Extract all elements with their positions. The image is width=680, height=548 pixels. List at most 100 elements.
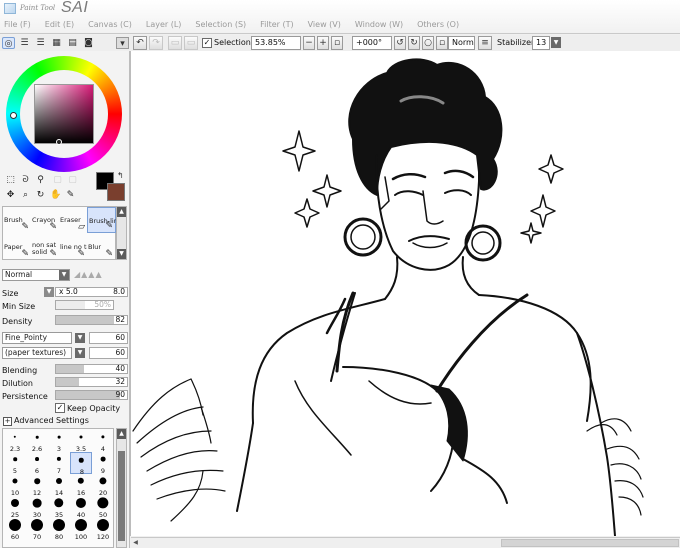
size-slider[interactable]: x 5.0 8.0 — [55, 287, 128, 297]
zoom-reset-icon[interactable]: ▫ — [331, 36, 343, 50]
swap-colors-icon[interactable]: ↰ — [117, 171, 124, 180]
brush-size-preset[interactable]: 14 — [48, 474, 70, 497]
brush-texture-dropdown-icon[interactable]: ▼ — [75, 348, 85, 358]
brush-size-preset[interactable]: 2.3 — [4, 430, 26, 453]
brush-size-preset[interactable]: 9 — [92, 452, 113, 475]
menu-layer[interactable]: Layer (L) — [146, 20, 182, 32]
scroll-thumb[interactable] — [118, 451, 125, 541]
brush-tool-line-no-te[interactable]: line no te ✎ — [59, 234, 87, 260]
blend-mode-field[interactable]: Normal — [448, 36, 475, 50]
brush-texture-value[interactable]: 60 — [89, 347, 128, 359]
scroll-up-icon[interactable]: ▲ — [117, 207, 126, 217]
brush-size-preset[interactable]: 3 — [48, 430, 70, 453]
brush-size-preset[interactable]: 10 — [4, 474, 26, 497]
brush-tool-eraser[interactable]: Eraser ▱ — [59, 207, 87, 233]
zoom-field[interactable]: 53.85% — [251, 36, 301, 50]
canvas-area[interactable] — [130, 51, 680, 536]
brush-size-preset[interactable]: 70 — [26, 518, 48, 541]
hand-icon[interactable]: ✋ — [50, 190, 61, 201]
brush-size-preset[interactable]: 80 — [48, 518, 70, 541]
rect-select-icon[interactable]: ⬚ — [5, 175, 16, 186]
scroll-thumb[interactable] — [501, 539, 679, 547]
brush-size-preset[interactable]: 60 — [4, 518, 26, 541]
selection-checkbox[interactable]: ✓ — [202, 38, 212, 48]
brush-size-preset[interactable]: 50 — [92, 496, 113, 519]
background-color-swatch[interactable] — [107, 183, 125, 201]
rotation-field[interactable]: +000° — [352, 36, 392, 50]
drawing-canvas[interactable] — [131, 51, 680, 536]
brush-size-preset[interactable]: 25 — [4, 496, 26, 519]
menu-window[interactable]: Window (W) — [355, 20, 403, 32]
brush-size-preset[interactable]: 7 — [48, 452, 70, 475]
brush-size-preset[interactable]: 30 — [26, 496, 48, 519]
brush-size-preset[interactable]: 5 — [4, 452, 26, 475]
brush-size-scrollbar[interactable]: ▲ — [116, 428, 127, 548]
brush-tool-blur[interactable]: Blur ✎ — [87, 234, 115, 260]
brush-size-preset[interactable]: 2.6 — [26, 430, 48, 453]
menu-file[interactable]: File (F) — [4, 20, 31, 32]
brush-size-preset[interactable]: 4 — [92, 430, 113, 453]
stabilizer-dropdown-icon[interactable]: ▼ — [551, 37, 561, 48]
brush-size-preset[interactable]: 40 — [70, 496, 92, 519]
rotate-ccw-icon[interactable]: ↺ — [394, 36, 406, 50]
flip-icon[interactable]: ▫ — [436, 36, 448, 50]
brush-tool-crayon[interactable]: Crayon ✎ — [31, 207, 59, 233]
swatches-mode-icon[interactable]: ▦ — [50, 37, 63, 49]
brush-blend-dropdown-icon[interactable]: ▼ — [59, 270, 69, 280]
redo-icon[interactable]: ↷ — [149, 36, 163, 50]
eyedropper-icon[interactable]: ✎ — [65, 190, 76, 201]
brush-tool-paper[interactable]: Paper ✎ — [3, 234, 31, 260]
brush-size-preset[interactable]: 12 — [26, 474, 48, 497]
scroll-down-icon[interactable]: ▼ — [117, 249, 126, 259]
brush-size-preset[interactable]: 20 — [92, 474, 113, 497]
size-dropdown-icon[interactable]: ▼ — [44, 287, 54, 297]
color-wheel[interactable] — [6, 56, 122, 172]
brush-tool-brush[interactable]: Brush ✎ — [3, 207, 31, 233]
navigator-mode-icon[interactable]: ◙ — [82, 37, 95, 49]
brush-shape-select[interactable]: Fine_Pointy — [2, 332, 72, 344]
brush-shape-dropdown-icon[interactable]: ▼ — [75, 333, 85, 343]
hsv-slider-mode-icon[interactable]: ☰ — [34, 37, 47, 49]
menu-others[interactable]: Others (O) — [417, 20, 459, 32]
menu-edit[interactable]: Edit (E) — [45, 20, 74, 32]
dilution-slider[interactable]: 32 — [55, 377, 128, 387]
brush-size-preset[interactable]: 8 — [70, 452, 92, 476]
stabilizer-field[interactable]: 13 — [532, 36, 550, 50]
transparent-color-icon[interactable]: ▢ — [52, 175, 63, 186]
magic-wand-icon[interactable]: ⚲ — [35, 175, 46, 186]
zoom-in-icon[interactable]: + — [317, 36, 329, 50]
rgb-slider-mode-icon[interactable]: ☰ — [18, 37, 31, 49]
undo-icon[interactable]: ↶ — [133, 36, 147, 50]
menu-canvas[interactable]: Canvas (C) — [88, 20, 132, 32]
lasso-icon[interactable]: ᘐ — [20, 175, 31, 186]
color-wheel-mode-icon[interactable]: ◎ — [2, 37, 15, 49]
deselect-icon[interactable]: ▭ — [168, 36, 182, 50]
brush-size-preset[interactable]: 120 — [92, 518, 113, 541]
advanced-settings-label[interactable]: Advanced Settings — [14, 416, 89, 428]
stabilizer-mode-icon[interactable]: ≡ — [478, 36, 492, 50]
saturation-value-square[interactable] — [34, 84, 94, 144]
panel-collapse-icon[interactable]: ▾ — [116, 37, 129, 49]
zoom-icon[interactable]: ⌕ — [20, 190, 31, 201]
zoom-out-icon[interactable]: − — [303, 36, 315, 50]
invert-selection-icon[interactable]: ▭ — [184, 36, 198, 50]
menu-selection[interactable]: Selection (S) — [195, 20, 246, 32]
brush-size-preset[interactable]: 35 — [48, 496, 70, 519]
advanced-settings-expand-icon[interactable]: + — [3, 417, 12, 426]
brush-tool-brush-lin[interactable]: Brush-lin ✎ — [87, 207, 116, 233]
rotate-cw-icon[interactable]: ↻ — [408, 36, 420, 50]
brush-grid-scrollbar[interactable]: ▲ ▼ — [116, 206, 127, 260]
brush-tool-non-sat-solid[interactable]: non sat solid ✎ — [31, 234, 59, 260]
scratchpad-mode-icon[interactable]: ▤ — [66, 37, 79, 49]
hue-cursor[interactable] — [10, 112, 17, 119]
color-mode-icon[interactable]: ▢ — [67, 175, 78, 186]
rotate-icon[interactable]: ↻ — [35, 190, 46, 201]
brush-size-preset[interactable]: 16 — [70, 474, 92, 497]
rotate-reset-icon[interactable]: ○ — [422, 36, 434, 50]
brush-shape-presets[interactable]: ◢▲▲▲ — [74, 270, 103, 279]
menu-filter[interactable]: Filter (T) — [260, 20, 293, 32]
canvas-horizontal-scrollbar[interactable]: ◀ — [131, 537, 680, 548]
brush-size-preset[interactable]: 100 — [70, 518, 92, 541]
density-slider[interactable]: 82 — [55, 315, 128, 325]
brush-size-preset[interactable]: 6 — [26, 452, 48, 475]
